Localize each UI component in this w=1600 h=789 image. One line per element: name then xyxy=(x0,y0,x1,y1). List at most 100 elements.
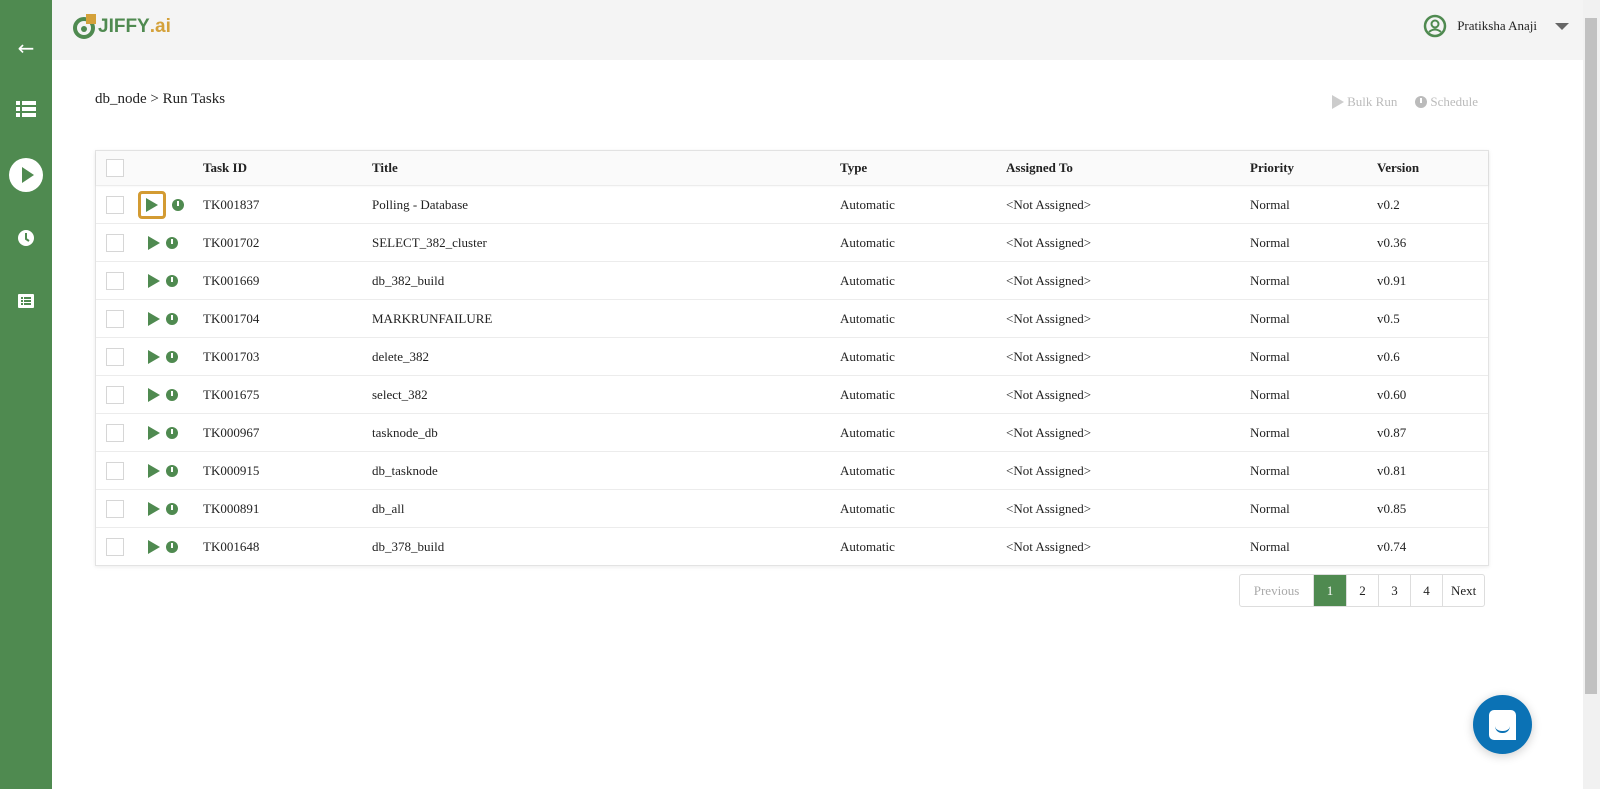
report-icon[interactable] xyxy=(0,294,52,308)
table-row: TK000891 db_all Automatic <Not Assigned>… xyxy=(96,489,1488,527)
task-priority: Normal xyxy=(1250,386,1290,402)
run-task-button[interactable] xyxy=(148,349,160,364)
table-row: TK001704 MARKRUNFAILURE Automatic <Not A… xyxy=(96,299,1488,337)
task-assigned-to: <Not Assigned> xyxy=(1006,234,1092,250)
run-task-button[interactable] xyxy=(148,387,160,402)
chevron-down-icon[interactable] xyxy=(1555,22,1569,30)
task-assigned-to: <Not Assigned> xyxy=(1006,196,1092,212)
schedule-clock-icon[interactable] xyxy=(166,312,178,325)
row-checkbox[interactable] xyxy=(106,461,124,480)
sidebar: ← xyxy=(0,0,52,789)
run-icon[interactable] xyxy=(0,158,52,192)
schedule-clock-icon[interactable] xyxy=(166,464,178,477)
row-checkbox[interactable] xyxy=(106,423,124,442)
task-version: v0.36 xyxy=(1377,234,1407,250)
task-id: TK000891 xyxy=(203,500,260,516)
chat-launcher-button[interactable] xyxy=(1473,695,1532,754)
table-row: TK001837 Polling - Database Automatic <N… xyxy=(96,185,1488,223)
run-task-button[interactable] xyxy=(148,539,160,554)
row-checkbox[interactable] xyxy=(106,233,124,252)
task-assigned-to: <Not Assigned> xyxy=(1006,500,1092,516)
header-priority[interactable]: Priority xyxy=(1250,160,1294,176)
header-version[interactable]: Version xyxy=(1377,160,1419,176)
schedule-clock-icon[interactable] xyxy=(166,388,178,401)
run-task-button[interactable] xyxy=(148,501,160,516)
bulk-run-button[interactable]: Bulk Run xyxy=(1332,94,1397,110)
header-type[interactable]: Type xyxy=(840,160,867,176)
task-type: Automatic xyxy=(840,234,895,250)
next-button[interactable]: Next xyxy=(1442,575,1484,606)
task-title: db_382_build xyxy=(372,272,445,288)
task-version: v0.91 xyxy=(1377,272,1407,288)
logo-text: JIFFY xyxy=(98,16,150,37)
schedule-button[interactable]: Schedule xyxy=(1415,94,1478,110)
row-checkbox[interactable] xyxy=(106,195,124,214)
play-icon xyxy=(148,387,160,402)
user-menu[interactable]: Pratiksha Anaji xyxy=(1423,14,1569,38)
task-assigned-to: <Not Assigned> xyxy=(1006,538,1092,554)
task-assigned-to: <Not Assigned> xyxy=(1006,310,1092,326)
clock-icon[interactable] xyxy=(0,230,52,246)
jiffy-logo-icon xyxy=(73,14,96,39)
header-assigned-to[interactable]: Assigned To xyxy=(1006,160,1073,176)
header-title[interactable]: Title xyxy=(372,160,398,176)
back-arrow-icon[interactable]: ← xyxy=(0,36,52,60)
row-checkbox[interactable] xyxy=(106,385,124,404)
list-icon[interactable] xyxy=(0,100,52,118)
select-all-checkbox[interactable] xyxy=(106,159,124,177)
header-task-id[interactable]: Task ID xyxy=(203,160,247,176)
task-type: Automatic xyxy=(840,500,895,516)
schedule-clock-icon[interactable] xyxy=(166,350,178,363)
play-icon xyxy=(148,273,160,288)
task-type: Automatic xyxy=(840,310,895,326)
task-type: Automatic xyxy=(840,196,895,212)
run-task-button[interactable] xyxy=(148,235,160,250)
schedule-clock-icon[interactable] xyxy=(172,198,184,211)
row-checkbox[interactable] xyxy=(106,347,124,366)
scrollbar[interactable] xyxy=(1583,0,1600,789)
run-task-button[interactable] xyxy=(148,311,160,326)
task-version: v0.87 xyxy=(1377,424,1407,440)
run-task-button[interactable] xyxy=(148,463,160,478)
scrollbar-thumb[interactable] xyxy=(1585,18,1597,694)
schedule-clock-icon[interactable] xyxy=(166,540,178,553)
page-4-button[interactable]: 4 xyxy=(1410,575,1442,606)
task-priority: Normal xyxy=(1250,310,1290,326)
previous-button[interactable]: Previous xyxy=(1240,575,1313,606)
run-task-button[interactable] xyxy=(148,425,160,440)
row-checkbox[interactable] xyxy=(106,537,124,556)
schedule-clock-icon[interactable] xyxy=(166,502,178,515)
clock-icon xyxy=(1415,96,1428,108)
row-checkbox[interactable] xyxy=(106,271,124,290)
task-assigned-to: <Not Assigned> xyxy=(1006,272,1092,288)
task-version: v0.81 xyxy=(1377,462,1407,478)
play-icon xyxy=(148,349,160,364)
page-1-button[interactable]: 1 xyxy=(1313,575,1346,606)
run-task-button[interactable] xyxy=(138,190,166,219)
pagination: Previous 1 2 3 4 Next xyxy=(1239,574,1486,607)
task-version: v0.5 xyxy=(1377,310,1400,326)
task-type: Automatic xyxy=(840,538,895,554)
table-row: TK001703 delete_382 Automatic <Not Assig… xyxy=(96,337,1488,375)
task-priority: Normal xyxy=(1250,462,1290,478)
task-title: tasknode_db xyxy=(372,424,438,440)
task-priority: Normal xyxy=(1250,424,1290,440)
schedule-clock-icon[interactable] xyxy=(166,426,178,439)
row-checkbox[interactable] xyxy=(106,309,124,328)
page-3-button[interactable]: 3 xyxy=(1378,575,1410,606)
task-version: v0.6 xyxy=(1377,348,1400,364)
play-icon xyxy=(1332,95,1345,109)
task-version: v0.74 xyxy=(1377,538,1407,554)
task-priority: Normal xyxy=(1250,196,1290,212)
task-assigned-to: <Not Assigned> xyxy=(1006,386,1092,402)
page-2-button[interactable]: 2 xyxy=(1346,575,1378,606)
task-type: Automatic xyxy=(840,386,895,402)
schedule-clock-icon[interactable] xyxy=(166,236,178,249)
user-avatar-icon xyxy=(1423,14,1447,38)
play-icon xyxy=(148,501,160,516)
task-id: TK001675 xyxy=(203,386,260,402)
schedule-clock-icon[interactable] xyxy=(166,274,178,287)
run-task-button[interactable] xyxy=(148,273,160,288)
task-type: Automatic xyxy=(840,424,895,440)
row-checkbox[interactable] xyxy=(106,499,124,518)
